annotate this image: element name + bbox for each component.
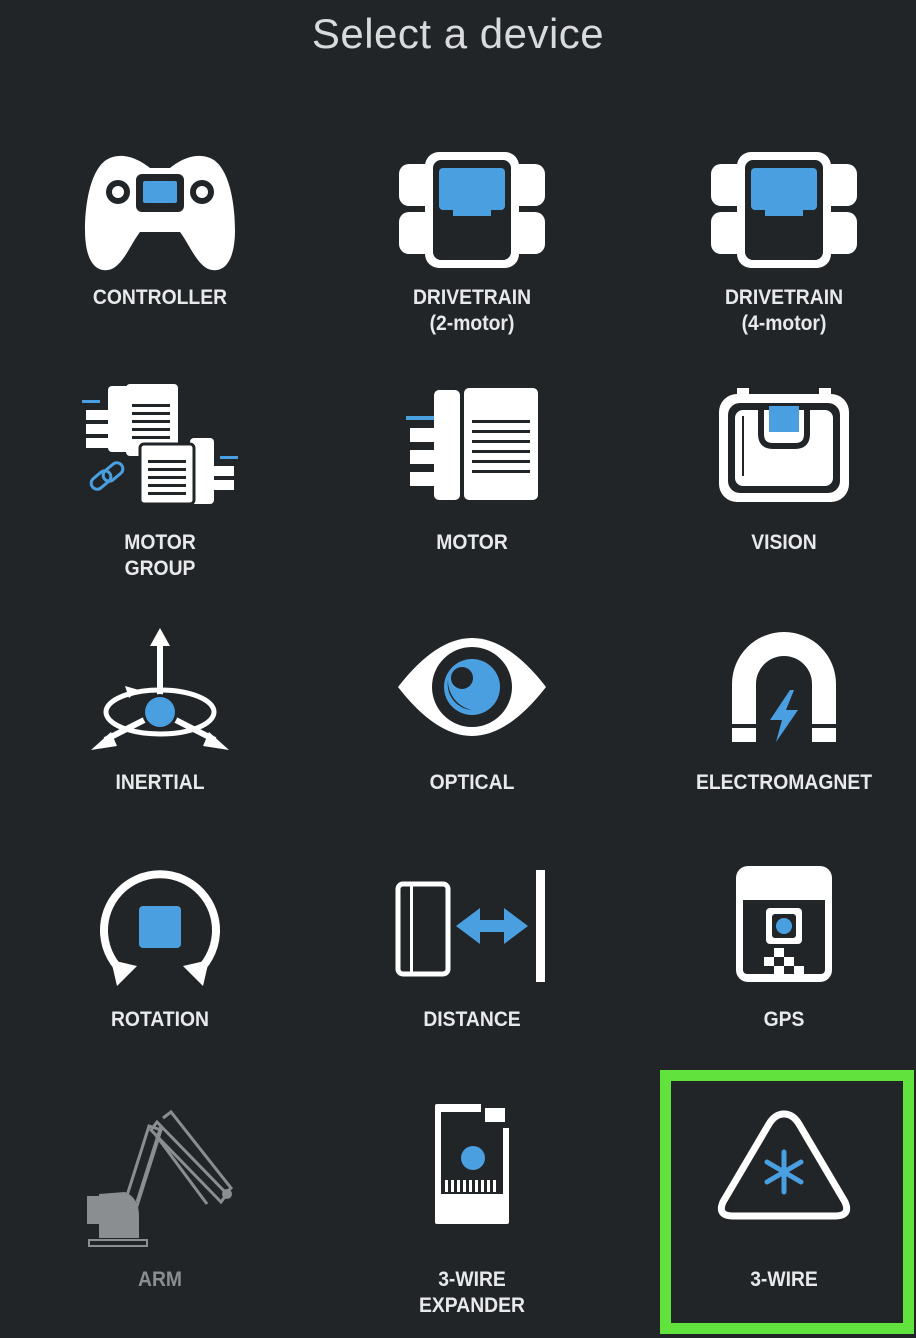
page-title: Select a device — [311, 10, 605, 57]
device-tile-electromagnet[interactable]: ELECTROMAGNET — [634, 620, 916, 810]
device-label: ELECTROMAGNET — [695, 771, 873, 794]
drivetrain-4-motor-icon — [711, 152, 857, 268]
device-label: VISION — [751, 531, 817, 554]
device-label: DISTANCE — [423, 1008, 521, 1031]
three-wire-expander-icon — [435, 1104, 509, 1224]
device-label: ROTATION — [110, 1008, 210, 1031]
arm-icon — [87, 1109, 234, 1247]
device-tile-motor[interactable]: MOTOR — [322, 378, 622, 588]
controller-icon — [85, 155, 235, 271]
device-tile-inertial[interactable]: INERTIAL — [10, 620, 310, 810]
motor-icon — [406, 388, 538, 500]
device-tile-vision[interactable]: VISION — [634, 378, 916, 588]
device-tile-motor-group[interactable]: MOTOR GROUP — [10, 378, 310, 588]
optical-sensor-icon — [398, 638, 546, 736]
device-tile-optical[interactable]: OPTICAL — [322, 620, 622, 810]
device-tile-controller[interactable]: CONTROLLER — [10, 140, 310, 340]
device-label: INERTIAL — [115, 771, 205, 794]
drivetrain-2-motor-icon — [399, 152, 545, 268]
device-tile-gps[interactable]: GPS — [634, 860, 916, 1040]
gps-sensor-icon — [736, 866, 832, 982]
device-tile-3-wire-expander[interactable]: 3-WIRE EXPANDER — [322, 1100, 622, 1317]
inertial-sensor-icon — [91, 628, 229, 750]
selection-highlight — [660, 1070, 914, 1334]
device-label: ARM — [137, 1268, 182, 1291]
device-tile-drivetrain-4-motor[interactable]: DRIVETRAIN (4-motor) — [634, 140, 916, 340]
device-tile-drivetrain-2-motor[interactable]: DRIVETRAIN (2-motor) — [322, 140, 622, 340]
device-label: DRIVETRAIN (2-motor) — [412, 286, 532, 335]
device-label: DRIVETRAIN (4-motor) — [724, 286, 844, 335]
device-label: 3-WIRE EXPANDER — [419, 1268, 525, 1317]
electromagnet-icon — [732, 632, 836, 742]
device-tile-arm[interactable]: ARM — [10, 1100, 310, 1310]
rotation-sensor-icon — [100, 870, 220, 986]
device-label: OPTICAL — [429, 771, 515, 794]
device-label: MOTOR — [436, 531, 508, 554]
device-label: CONTROLLER — [92, 286, 228, 309]
device-tile-rotation[interactable]: ROTATION — [10, 860, 310, 1040]
distance-sensor-icon — [395, 870, 545, 982]
device-label: MOTOR GROUP — [124, 531, 196, 580]
device-label: GPS — [763, 1008, 805, 1031]
motor-group-icon — [82, 384, 238, 504]
device-tile-distance[interactable]: DISTANCE — [322, 860, 622, 1040]
vision-sensor-icon — [719, 388, 849, 502]
